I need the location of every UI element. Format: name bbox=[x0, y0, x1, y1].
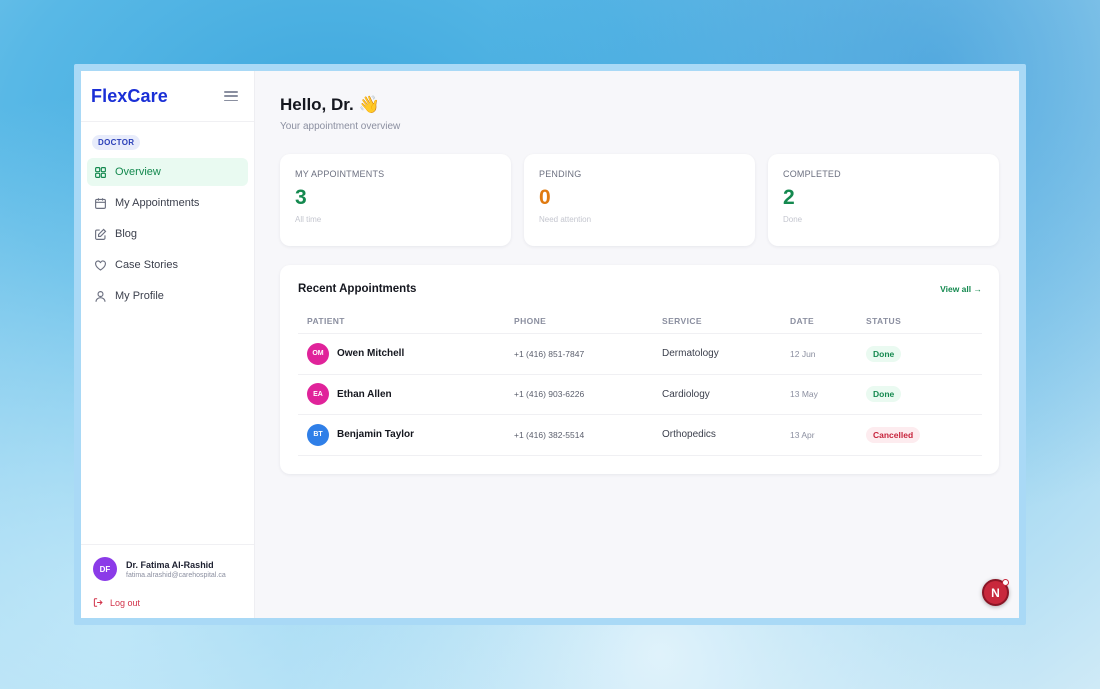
patient-avatar: EA bbox=[307, 383, 329, 406]
date-cell: 13 May bbox=[781, 374, 857, 415]
stat-label: MY APPOINTMENTS bbox=[295, 169, 385, 179]
logout-button[interactable]: Log out bbox=[93, 597, 242, 608]
service-cell: Orthopedics bbox=[653, 414, 781, 456]
calendar-icon bbox=[95, 197, 106, 209]
app: FlexCare DOCTOR Overview My Appointments… bbox=[81, 71, 1019, 618]
sidebar-item-label: My Appointments bbox=[115, 197, 200, 209]
stat-label: COMPLETED bbox=[783, 169, 841, 179]
status-badge: Cancelled bbox=[866, 426, 921, 443]
notification-fab-button[interactable]: N bbox=[982, 579, 1009, 606]
user-icon bbox=[95, 290, 106, 302]
stat-card-completed: COMPLETED 2 Done bbox=[768, 154, 999, 246]
fab-label: N bbox=[991, 585, 1000, 600]
column-header-status: STATUS bbox=[857, 316, 982, 334]
stat-hint: All time bbox=[295, 215, 322, 224]
recent-appointments-title: Recent Appointments bbox=[298, 283, 417, 295]
notification-dot-icon bbox=[1002, 579, 1009, 586]
sidebar-item-label: Overview bbox=[115, 166, 161, 178]
service-cell: Cardiology bbox=[653, 374, 781, 415]
sidebar-item-label: My Profile bbox=[115, 290, 164, 302]
page-subtitle: Your appointment overview bbox=[280, 121, 401, 132]
view-all-link[interactable]: View all → bbox=[940, 284, 982, 294]
status-badge: Done bbox=[866, 345, 902, 362]
sidebar-item-my-profile[interactable]: My Profile bbox=[87, 282, 248, 310]
sidebar-item-blog[interactable]: Blog bbox=[87, 220, 248, 248]
wave-emoji-icon: 👋 bbox=[358, 95, 380, 114]
patient-cell: EA Ethan Allen bbox=[298, 374, 505, 415]
heart-icon bbox=[95, 259, 106, 271]
stat-hint: Need attention bbox=[539, 215, 592, 224]
column-header-service: SERVICE bbox=[653, 316, 781, 334]
logout-icon bbox=[93, 598, 103, 607]
role-badge: DOCTOR bbox=[92, 135, 141, 150]
patient-avatar: BT bbox=[307, 423, 329, 446]
column-header-date: DATE bbox=[781, 316, 857, 334]
brand-logo[interactable]: FlexCare bbox=[91, 86, 168, 107]
sidebar-item-my-appointments[interactable]: My Appointments bbox=[87, 189, 248, 217]
main-content: Hello, Dr. 👋 Your appointment overview M… bbox=[255, 71, 1019, 618]
recent-appointments-header: Recent Appointments View all → bbox=[298, 283, 982, 295]
stat-label: PENDING bbox=[539, 169, 582, 179]
patient-cell: OM Owen Mitchell bbox=[298, 333, 505, 375]
sidebar-nav: Overview My Appointments Blog Case Stori… bbox=[81, 158, 254, 313]
status-cell: Done bbox=[857, 374, 982, 415]
logout-label: Log out bbox=[110, 597, 141, 608]
sidebar: FlexCare DOCTOR Overview My Appointments… bbox=[81, 71, 255, 618]
sidebar-footer: DF Dr. Fatima Al-Rashid fatima.alrashid@… bbox=[81, 544, 254, 618]
sidebar-item-label: Blog bbox=[115, 228, 138, 240]
status-badge: Done bbox=[866, 386, 902, 403]
service-cell: Dermatology bbox=[653, 333, 781, 375]
avatar: DF bbox=[93, 557, 117, 581]
table-row[interactable]: OM Owen Mitchell +1 (416) 851-7847 Derma… bbox=[298, 333, 982, 375]
table-header-row: PATIENT PHONE SERVICE DATE STATUS bbox=[298, 316, 982, 334]
stat-card-pending: PENDING 0 Need attention bbox=[524, 154, 755, 246]
date-cell: 12 Jun bbox=[781, 333, 857, 375]
column-header-patient: PATIENT bbox=[298, 316, 505, 334]
greeting-text: Hello, Dr. bbox=[280, 95, 354, 114]
stats-row: MY APPOINTMENTS 3 All time PENDING 0 Nee… bbox=[280, 154, 999, 246]
stat-value: 2 bbox=[783, 186, 795, 209]
user-name: Dr. Fatima Al-Rashid bbox=[126, 559, 214, 570]
appointments-table: PATIENT PHONE SERVICE DATE STATUS OM Owe… bbox=[298, 316, 982, 456]
phone-cell: +1 (416) 851-7847 bbox=[505, 333, 653, 375]
status-cell: Done bbox=[857, 333, 982, 375]
patient-cell: BT Benjamin Taylor bbox=[298, 414, 505, 456]
page-title: Hello, Dr. 👋 bbox=[280, 95, 999, 115]
patient-avatar: OM bbox=[307, 342, 329, 365]
sidebar-item-case-stories[interactable]: Case Stories bbox=[87, 251, 248, 279]
hamburger-menu-icon[interactable] bbox=[224, 91, 238, 101]
table-row[interactable]: BT Benjamin Taylor +1 (416) 382-5514 Ort… bbox=[298, 414, 982, 456]
patient-name: Ethan Allen bbox=[337, 388, 392, 400]
user-email: fatima.alrashid@carehospital.ca bbox=[126, 571, 226, 579]
recent-appointments-card: Recent Appointments View all → PATIENT P… bbox=[280, 265, 999, 474]
sidebar-item-label: Case Stories bbox=[115, 259, 178, 271]
phone-cell: +1 (416) 903-6226 bbox=[505, 374, 653, 415]
table-row[interactable]: EA Ethan Allen +1 (416) 903-6226 Cardiol… bbox=[298, 374, 982, 415]
column-header-phone: PHONE bbox=[505, 316, 653, 334]
grid-icon bbox=[95, 166, 106, 178]
status-cell: Cancelled bbox=[857, 414, 982, 456]
window-frame: FlexCare DOCTOR Overview My Appointments… bbox=[74, 64, 1026, 625]
sidebar-item-overview[interactable]: Overview bbox=[87, 158, 248, 186]
patient-name: Benjamin Taylor bbox=[337, 429, 415, 441]
patient-name: Owen Mitchell bbox=[337, 348, 405, 360]
current-user[interactable]: DF Dr. Fatima Al-Rashid fatima.alrashid@… bbox=[93, 557, 242, 581]
phone-cell: +1 (416) 382-5514 bbox=[505, 414, 653, 456]
stat-card-my-appointments: MY APPOINTMENTS 3 All time bbox=[280, 154, 511, 246]
stat-value: 3 bbox=[295, 186, 307, 209]
sidebar-header: FlexCare bbox=[81, 71, 254, 122]
edit-icon bbox=[95, 228, 107, 240]
stat-value: 0 bbox=[539, 186, 551, 209]
stat-hint: Done bbox=[783, 215, 803, 224]
date-cell: 13 Apr bbox=[781, 414, 857, 456]
